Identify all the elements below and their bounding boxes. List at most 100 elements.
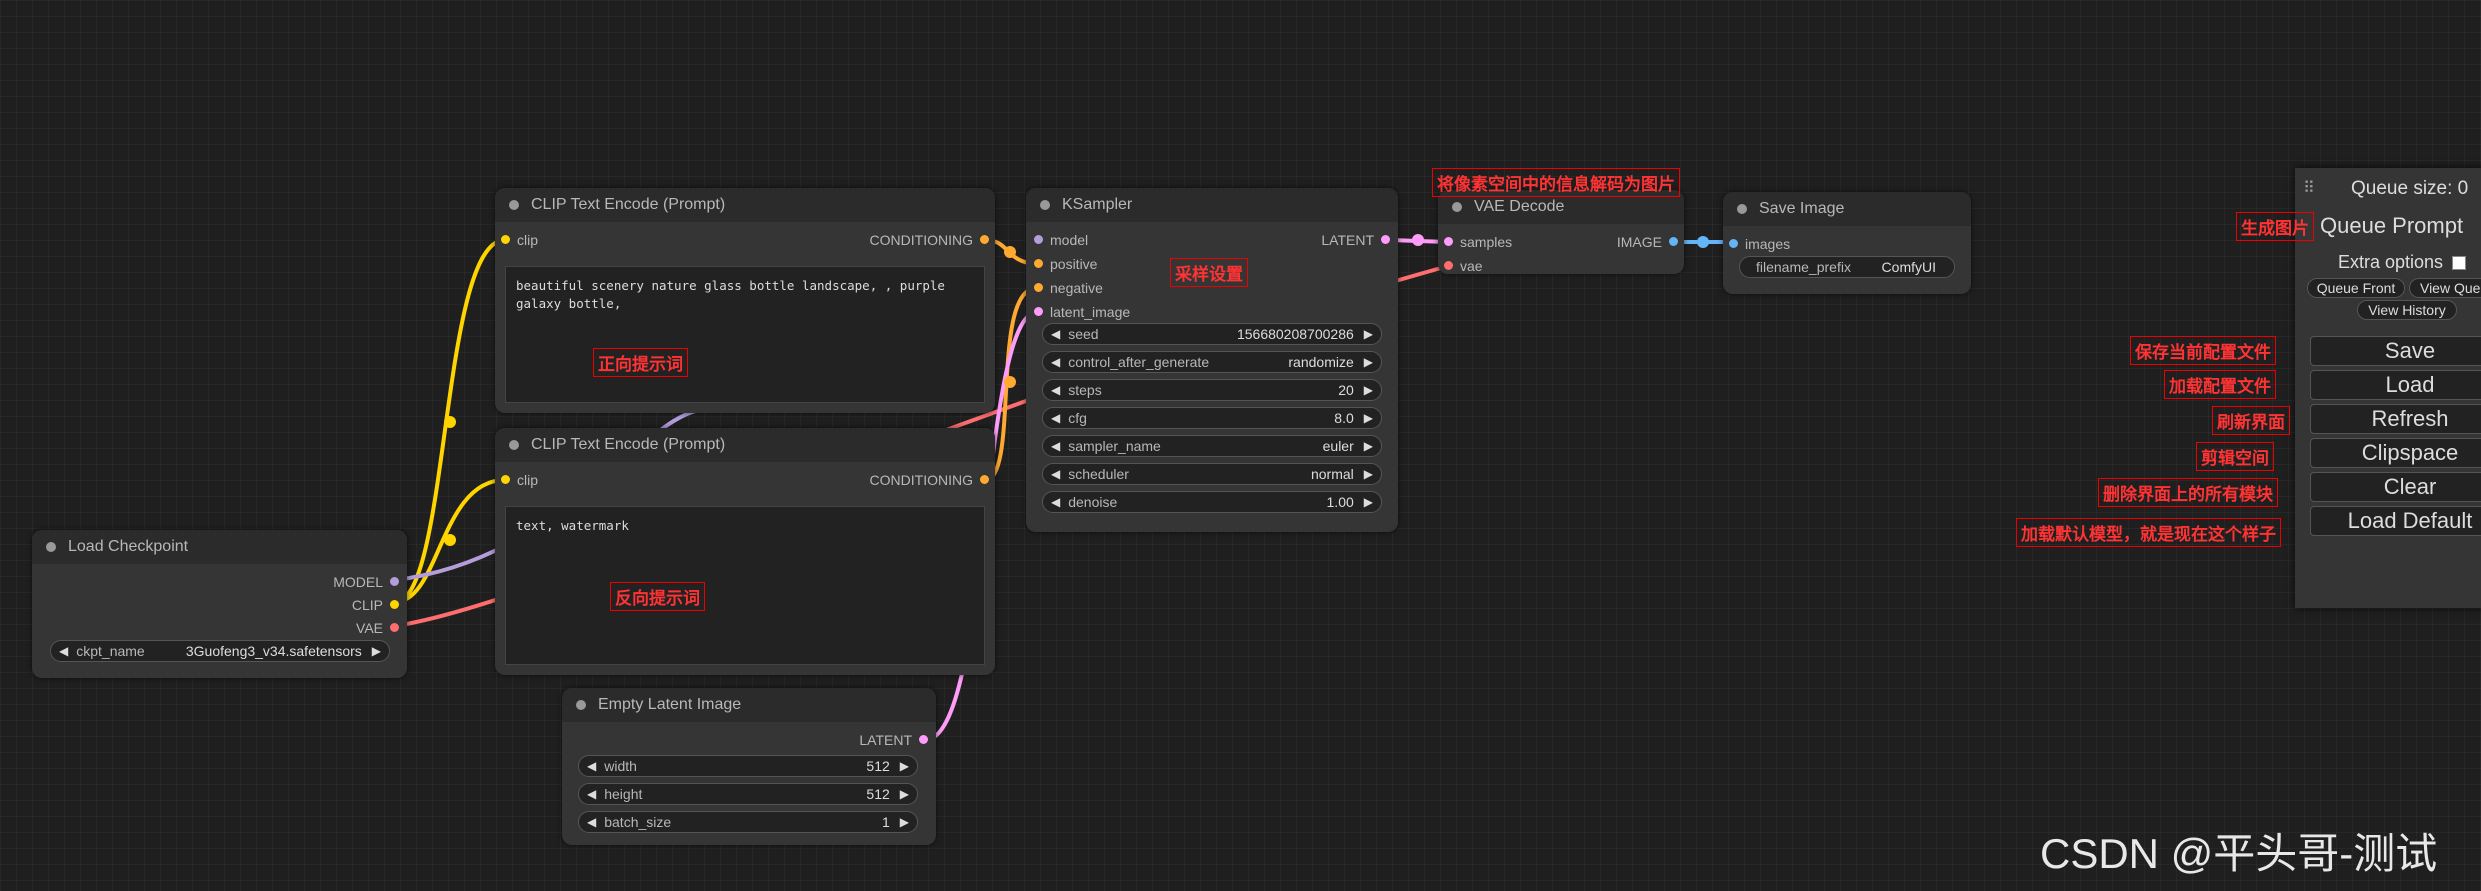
- output-conditioning[interactable]: CONDITIONING: [870, 232, 989, 248]
- increment-arrow-icon[interactable]: ▶: [1364, 383, 1373, 397]
- load-button[interactable]: Load: [2310, 370, 2481, 400]
- increment-arrow-icon[interactable]: ▶: [900, 787, 909, 801]
- denoise-widget[interactable]: ◀ denoise 1.00 ▶: [1042, 491, 1382, 513]
- scheduler-widget[interactable]: ◀ scheduler normal ▶: [1042, 463, 1382, 485]
- node-title[interactable]: KSampler: [1026, 188, 1398, 222]
- input-latent-image[interactable]: latent_image: [1034, 304, 1130, 320]
- input-images[interactable]: images: [1729, 236, 1790, 252]
- input-clip[interactable]: clip: [501, 472, 538, 488]
- increment-arrow-icon[interactable]: ▶: [1364, 467, 1373, 481]
- prompt-textarea[interactable]: beautiful scenery nature glass bottle la…: [505, 266, 985, 403]
- drag-handle-icon[interactable]: ⠿: [2303, 178, 2315, 198]
- increment-arrow-icon[interactable]: ▶: [900, 815, 909, 829]
- node-load-checkpoint[interactable]: Load Checkpoint MODEL CLIP VAE ◀ ckpt_na…: [32, 530, 407, 678]
- collapse-dot[interactable]: [509, 200, 519, 210]
- increment-arrow-icon[interactable]: ▶: [1364, 411, 1373, 425]
- prompt-textarea[interactable]: text, watermark: [505, 506, 985, 665]
- slot-dot[interactable]: [1034, 259, 1043, 268]
- node-clip-text-encode-positive[interactable]: CLIP Text Encode (Prompt) clip CONDITION…: [495, 188, 995, 413]
- decrement-arrow-icon[interactable]: ◀: [1051, 355, 1060, 369]
- refresh-button[interactable]: Refresh: [2310, 404, 2481, 434]
- batch-size-widget[interactable]: ◀ batch_size 1 ▶: [578, 811, 918, 833]
- node-clip-text-encode-negative[interactable]: CLIP Text Encode (Prompt) clip CONDITION…: [495, 428, 995, 675]
- input-positive[interactable]: positive: [1034, 256, 1097, 272]
- node-save-image[interactable]: Save Image images filename_prefix ComfyUI: [1723, 192, 1971, 294]
- slot-dot[interactable]: [1729, 239, 1738, 248]
- extra-options-checkbox[interactable]: [2452, 256, 2467, 271]
- input-negative[interactable]: negative: [1034, 280, 1103, 296]
- increment-arrow-icon[interactable]: ▶: [372, 644, 381, 658]
- collapse-dot[interactable]: [46, 542, 56, 552]
- control-after-generate-widget[interactable]: ◀ control_after_generate randomize ▶: [1042, 351, 1382, 373]
- slot-dot[interactable]: [501, 475, 510, 484]
- queue-front-button[interactable]: Queue Front: [2307, 278, 2405, 298]
- node-title[interactable]: Empty Latent Image: [562, 688, 936, 722]
- slot-dot[interactable]: [980, 475, 989, 484]
- view-queue-button[interactable]: View Queue: [2409, 278, 2481, 298]
- slot-dot[interactable]: [1669, 237, 1678, 246]
- node-title[interactable]: Load Checkpoint: [32, 530, 407, 564]
- node-ksampler[interactable]: KSampler model positive negative latent_…: [1026, 188, 1398, 532]
- output-conditioning[interactable]: CONDITIONING: [870, 472, 989, 488]
- slot-dot[interactable]: [390, 577, 399, 586]
- slot-dot[interactable]: [1444, 261, 1453, 270]
- decrement-arrow-icon[interactable]: ◀: [1051, 467, 1060, 481]
- output-latent[interactable]: LATENT: [859, 732, 928, 748]
- slot-dot[interactable]: [1034, 307, 1043, 316]
- decrement-arrow-icon[interactable]: ◀: [1051, 495, 1060, 509]
- collapse-dot[interactable]: [1737, 204, 1747, 214]
- output-model[interactable]: MODEL: [333, 574, 399, 590]
- output-image[interactable]: IMAGE: [1617, 234, 1678, 250]
- view-history-button[interactable]: View History: [2357, 300, 2457, 320]
- filename-prefix-widget[interactable]: filename_prefix ComfyUI: [1739, 256, 1955, 278]
- increment-arrow-icon[interactable]: ▶: [1364, 327, 1373, 341]
- increment-arrow-icon[interactable]: ▶: [1364, 495, 1373, 509]
- node-title[interactable]: CLIP Text Encode (Prompt): [495, 428, 995, 462]
- slot-dot[interactable]: [919, 735, 928, 744]
- seed-widget[interactable]: ◀ seed 156680208700286 ▶: [1042, 323, 1382, 345]
- decrement-arrow-icon[interactable]: ◀: [587, 815, 596, 829]
- slot-dot[interactable]: [390, 623, 399, 632]
- slot-dot[interactable]: [501, 235, 510, 244]
- ckpt-name-combo[interactable]: ◀ ckpt_name 3Guofeng3_v34.safetensors ▶: [50, 640, 390, 662]
- output-clip[interactable]: CLIP: [352, 597, 399, 613]
- collapse-dot[interactable]: [576, 700, 586, 710]
- output-latent[interactable]: LATENT: [1321, 232, 1390, 248]
- clipspace-button[interactable]: Clipspace: [2310, 438, 2481, 468]
- decrement-arrow-icon[interactable]: ◀: [1051, 327, 1060, 341]
- input-samples[interactable]: samples: [1444, 234, 1512, 250]
- input-vae[interactable]: vae: [1444, 258, 1483, 274]
- decrement-arrow-icon[interactable]: ◀: [59, 644, 68, 658]
- decrement-arrow-icon[interactable]: ◀: [1051, 411, 1060, 425]
- queue-prompt-button[interactable]: Queue Prompt: [2310, 212, 2481, 242]
- node-title[interactable]: Save Image: [1723, 192, 1971, 226]
- node-vae-decode[interactable]: VAE Decode samples vae IMAGE: [1438, 190, 1684, 274]
- load-default-button[interactable]: Load Default: [2310, 506, 2481, 536]
- slot-dot[interactable]: [1034, 235, 1043, 244]
- height-widget[interactable]: ◀ height 512 ▶: [578, 783, 918, 805]
- node-empty-latent-image[interactable]: Empty Latent Image LATENT ◀ width 512 ▶ ◀ he…: [562, 688, 936, 845]
- input-model[interactable]: model: [1034, 232, 1088, 248]
- collapse-dot[interactable]: [1452, 202, 1462, 212]
- slot-dot[interactable]: [390, 600, 399, 609]
- slot-dot[interactable]: [1381, 235, 1390, 244]
- increment-arrow-icon[interactable]: ▶: [1364, 355, 1373, 369]
- cfg-widget[interactable]: ◀ cfg 8.0 ▶: [1042, 407, 1382, 429]
- queue-panel[interactable]: ⠿ Queue size: 0 Queue Prompt Extra optio…: [2295, 168, 2481, 608]
- slot-dot[interactable]: [1034, 283, 1043, 292]
- output-vae[interactable]: VAE: [356, 620, 399, 636]
- increment-arrow-icon[interactable]: ▶: [1364, 439, 1373, 453]
- increment-arrow-icon[interactable]: ▶: [900, 759, 909, 773]
- collapse-dot[interactable]: [1040, 200, 1050, 210]
- slot-dot[interactable]: [1444, 237, 1453, 246]
- collapse-dot[interactable]: [509, 440, 519, 450]
- decrement-arrow-icon[interactable]: ◀: [1051, 439, 1060, 453]
- sampler-name-widget[interactable]: ◀ sampler_name euler ▶: [1042, 435, 1382, 457]
- node-title[interactable]: CLIP Text Encode (Prompt): [495, 188, 995, 222]
- save-button[interactable]: Save: [2310, 336, 2481, 366]
- clear-button[interactable]: Clear: [2310, 472, 2481, 502]
- slot-dot[interactable]: [980, 235, 989, 244]
- decrement-arrow-icon[interactable]: ◀: [587, 787, 596, 801]
- decrement-arrow-icon[interactable]: ◀: [587, 759, 596, 773]
- steps-widget[interactable]: ◀ steps 20 ▶: [1042, 379, 1382, 401]
